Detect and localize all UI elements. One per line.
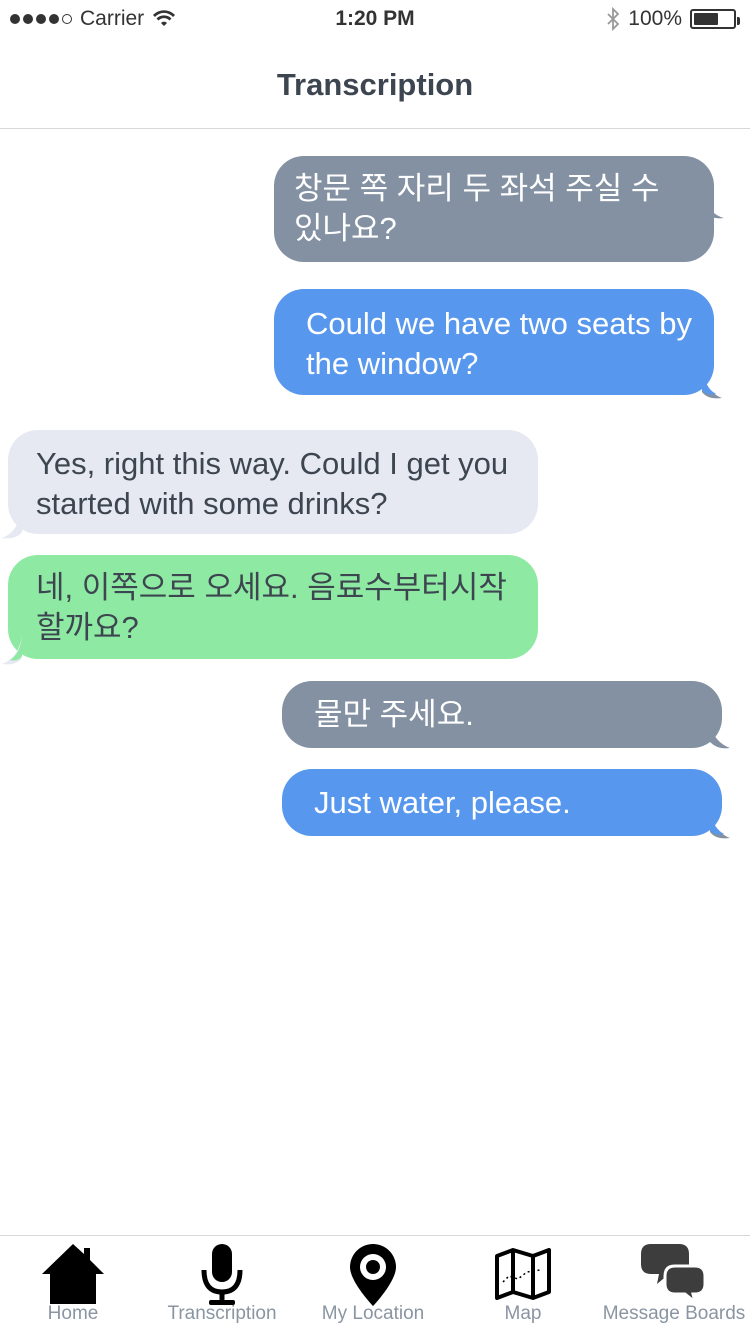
tab-transcription[interactable]: Transcription xyxy=(146,1236,298,1334)
page-title: Transcription xyxy=(276,67,474,102)
message-bubble-incoming-korean: 네, 이쪽으로 오세요. 음료수부터시작 할까요? xyxy=(8,555,538,659)
bubble-tail xyxy=(710,812,730,839)
message-bubble-outgoing-english: Just water, please. xyxy=(282,769,722,836)
message-text: 물만 주세요. xyxy=(314,697,474,732)
tab-label: Home xyxy=(47,1303,99,1324)
message-bubble-outgoing-korean: 창문 쪽 자리 두 좌석 주실 수 있나요? xyxy=(274,156,714,262)
message-text: Could we have two seats by the window? xyxy=(306,306,692,381)
battery-icon xyxy=(690,9,740,29)
location-pin-icon xyxy=(350,1244,396,1306)
navigation-header: Transcription xyxy=(0,40,750,129)
chat-transcript[interactable]: 창문 쪽 자리 두 좌석 주실 수 있나요? Could we have two… xyxy=(0,130,750,1235)
tab-map[interactable]: Map xyxy=(448,1236,598,1334)
tab-message-boards[interactable]: Message Boards xyxy=(598,1236,750,1334)
tab-label: Transcription xyxy=(167,1303,277,1324)
bubble-tail xyxy=(2,510,22,539)
bubble-tail xyxy=(704,194,724,219)
map-icon xyxy=(495,1248,551,1300)
tab-home[interactable]: Home xyxy=(0,1236,146,1334)
tab-label: Map xyxy=(504,1303,542,1324)
message-bubble-outgoing-english: Could we have two seats by the window? xyxy=(274,289,714,395)
tab-my-location[interactable]: My Location xyxy=(298,1236,448,1334)
message-bubble-outgoing-korean: 물만 주세요. xyxy=(282,681,722,748)
message-text: 네, 이쪽으로 오세요. 음료수부터시작 할까요? xyxy=(36,570,507,645)
bluetooth-icon xyxy=(607,7,620,31)
status-right: 100% xyxy=(606,7,740,31)
message-text: Just water, please. xyxy=(314,785,571,820)
status-bar: Carrier 1:20 PM 100% xyxy=(0,0,750,40)
tab-bar: Home Transcription My Location Map Messa… xyxy=(0,1235,750,1334)
message-text: Yes, right this way. Could I get you sta… xyxy=(36,446,509,521)
bubble-tail xyxy=(710,724,730,749)
bubble-tail xyxy=(2,636,22,665)
chat-bubbles-icon xyxy=(641,1244,707,1302)
message-bubble-incoming-english: Yes, right this way. Could I get you sta… xyxy=(8,430,538,534)
battery-percent: 100% xyxy=(628,7,682,30)
tab-label: My Location xyxy=(321,1303,425,1324)
home-icon xyxy=(42,1244,104,1304)
microphone-icon xyxy=(201,1244,243,1305)
message-text: 창문 쪽 자리 두 좌석 주실 수 있나요? xyxy=(294,171,660,246)
tab-label: Message Boards xyxy=(602,1303,746,1324)
bubble-tail xyxy=(702,370,722,399)
